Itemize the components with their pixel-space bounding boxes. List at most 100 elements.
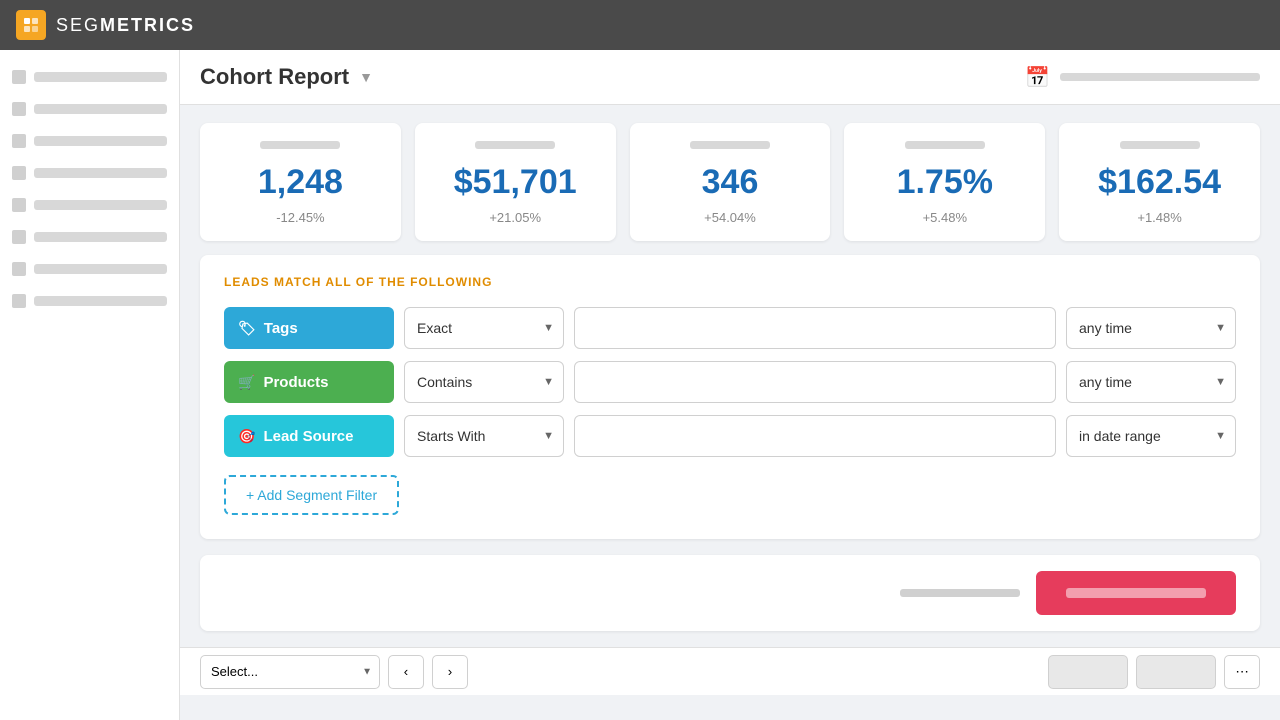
filter-products-button[interactable]: 🛒 Products (224, 361, 394, 403)
stat-card-1: 1,248 -12.45% (200, 123, 401, 241)
report-title: Cohort Report (200, 64, 349, 90)
tags-icon: 🏷 (238, 320, 256, 337)
filter-leadsource-button[interactable]: 🎯 Lead Source (224, 415, 394, 457)
stats-row: 1,248 -12.45% $51,701 +21.05% 346 +54.04… (180, 105, 1280, 255)
sidebar-item[interactable] (12, 262, 167, 276)
sidebar-dot (12, 230, 26, 244)
app-name: SEGMETRICS (56, 15, 195, 36)
sidebar-dot (12, 70, 26, 84)
sidebar-dot (12, 134, 26, 148)
products-condition-select-wrapper: Exact Contains Starts With Ends With (404, 361, 564, 403)
sidebar-dot (12, 166, 26, 180)
sidebar-label (34, 232, 167, 242)
sidebar-dot (12, 294, 26, 308)
logo-icon (16, 10, 46, 40)
sidebar-item[interactable] (12, 102, 167, 116)
sidebar-item[interactable] (12, 134, 167, 148)
action-row (200, 555, 1260, 631)
leadsource-time-select-wrapper: any time in date range last 7 days last … (1066, 415, 1236, 457)
stat-value-1: 1,248 (216, 163, 385, 202)
leadsource-icon: 🎯 (238, 428, 255, 445)
products-time-select-wrapper: any time in date range last 7 days last … (1066, 361, 1236, 403)
stat-change-5: +1.48% (1075, 210, 1244, 225)
sidebar-item[interactable] (12, 294, 167, 308)
filter-leadsource-label: Lead Source (263, 428, 353, 445)
tags-condition-select[interactable]: Exact Contains Starts With Ends With (404, 307, 564, 349)
stat-change-3: +54.04% (646, 210, 815, 225)
stat-change-1: -12.45% (216, 210, 385, 225)
filter-tags-button[interactable]: 🏷 Tags (224, 307, 394, 349)
sidebar-item[interactable] (12, 198, 167, 212)
filter-row-leadsource: 🎯 Lead Source Exact Contains Starts With… (224, 415, 1236, 457)
stat-card-3: 346 +54.04% (630, 123, 831, 241)
stat-card-5: $162.54 +1.48% (1059, 123, 1260, 241)
tags-time-select[interactable]: any time in date range last 7 days last … (1066, 307, 1236, 349)
filter-tags-label: Tags (264, 320, 298, 337)
header-bar: Cohort Report ▼ 📅 (180, 50, 1280, 105)
add-segment-filter-button[interactable]: + Add Segment Filter (224, 475, 399, 515)
stat-label (690, 141, 770, 149)
view-select-wrapper: Select... (200, 655, 380, 689)
sidebar-label (34, 136, 167, 146)
segment-title: LEADS MATCH ALL OF THE FOLLOWING (224, 275, 1236, 289)
sidebar-label (34, 168, 167, 178)
stat-change-2: +21.05% (431, 210, 600, 225)
sidebar (0, 50, 180, 720)
sidebar-item[interactable] (12, 230, 167, 244)
filter-row-products: 🛒 Products Exact Contains Starts With En… (224, 361, 1236, 403)
products-icon: 🛒 (238, 374, 255, 391)
calendar-icon[interactable]: 📅 (1025, 65, 1050, 90)
filter-row-tags: 🏷 Tags Exact Contains Starts With Ends W… (224, 307, 1236, 349)
sidebar-label (34, 296, 167, 306)
stat-label (475, 141, 555, 149)
tags-time-select-wrapper: any time in date range last 7 days last … (1066, 307, 1236, 349)
stat-value-4: 1.75% (860, 163, 1029, 202)
sidebar-label (34, 264, 167, 274)
stat-card-4: 1.75% +5.48% (844, 123, 1045, 241)
products-value-input[interactable] (574, 361, 1056, 403)
more-button[interactable]: ⋯ (1224, 655, 1260, 689)
next-icon: › (448, 664, 452, 679)
sidebar-dot (12, 262, 26, 276)
sidebar-item[interactable] (12, 70, 167, 84)
sidebar-label (34, 200, 167, 210)
stat-value-3: 346 (646, 163, 815, 202)
content-area: Cohort Report ▼ 📅 1,248 -12.45% $51,701 … (180, 50, 1280, 720)
prev-icon: ‹ (404, 664, 408, 679)
date-range-display (1060, 73, 1260, 81)
more-icon: ⋯ (1235, 664, 1248, 679)
bottom-toolbar: Select... ‹ › ⋯ (180, 647, 1280, 695)
action-placeholder (900, 589, 1020, 597)
stat-value-2: $51,701 (431, 163, 600, 202)
products-time-select[interactable]: any time in date range last 7 days last … (1066, 361, 1236, 403)
topnav: SEGMETRICS (0, 0, 1280, 50)
run-report-button[interactable] (1036, 571, 1236, 615)
filter-products-label: Products (263, 374, 328, 391)
stat-label (260, 141, 340, 149)
stat-value-5: $162.54 (1075, 163, 1244, 202)
prev-button[interactable]: ‹ (388, 655, 424, 689)
export-button[interactable] (1048, 655, 1128, 689)
dropdown-arrow-icon: ▼ (359, 69, 373, 85)
sidebar-dot (12, 198, 26, 212)
sidebar-dot (12, 102, 26, 116)
report-title-dropdown[interactable]: Cohort Report ▼ (200, 64, 373, 90)
tags-condition-select-wrapper: Exact Contains Starts With Ends With (404, 307, 564, 349)
tags-value-input[interactable] (574, 307, 1056, 349)
leadsource-condition-select-wrapper: Exact Contains Starts With Ends With (404, 415, 564, 457)
leadsource-condition-select[interactable]: Exact Contains Starts With Ends With (404, 415, 564, 457)
stat-card-2: $51,701 +21.05% (415, 123, 616, 241)
stat-label (905, 141, 985, 149)
stat-change-4: +5.48% (860, 210, 1029, 225)
segment-section: LEADS MATCH ALL OF THE FOLLOWING 🏷 Tags … (200, 255, 1260, 539)
leadsource-time-select[interactable]: any time in date range last 7 days last … (1066, 415, 1236, 457)
view-select[interactable]: Select... (200, 655, 380, 689)
stat-label (1120, 141, 1200, 149)
sidebar-label (34, 104, 167, 114)
products-condition-select[interactable]: Exact Contains Starts With Ends With (404, 361, 564, 403)
next-button[interactable]: › (432, 655, 468, 689)
settings-button[interactable] (1136, 655, 1216, 689)
run-btn-label (1066, 588, 1206, 598)
sidebar-item[interactable] (12, 166, 167, 180)
leadsource-value-input[interactable] (574, 415, 1056, 457)
